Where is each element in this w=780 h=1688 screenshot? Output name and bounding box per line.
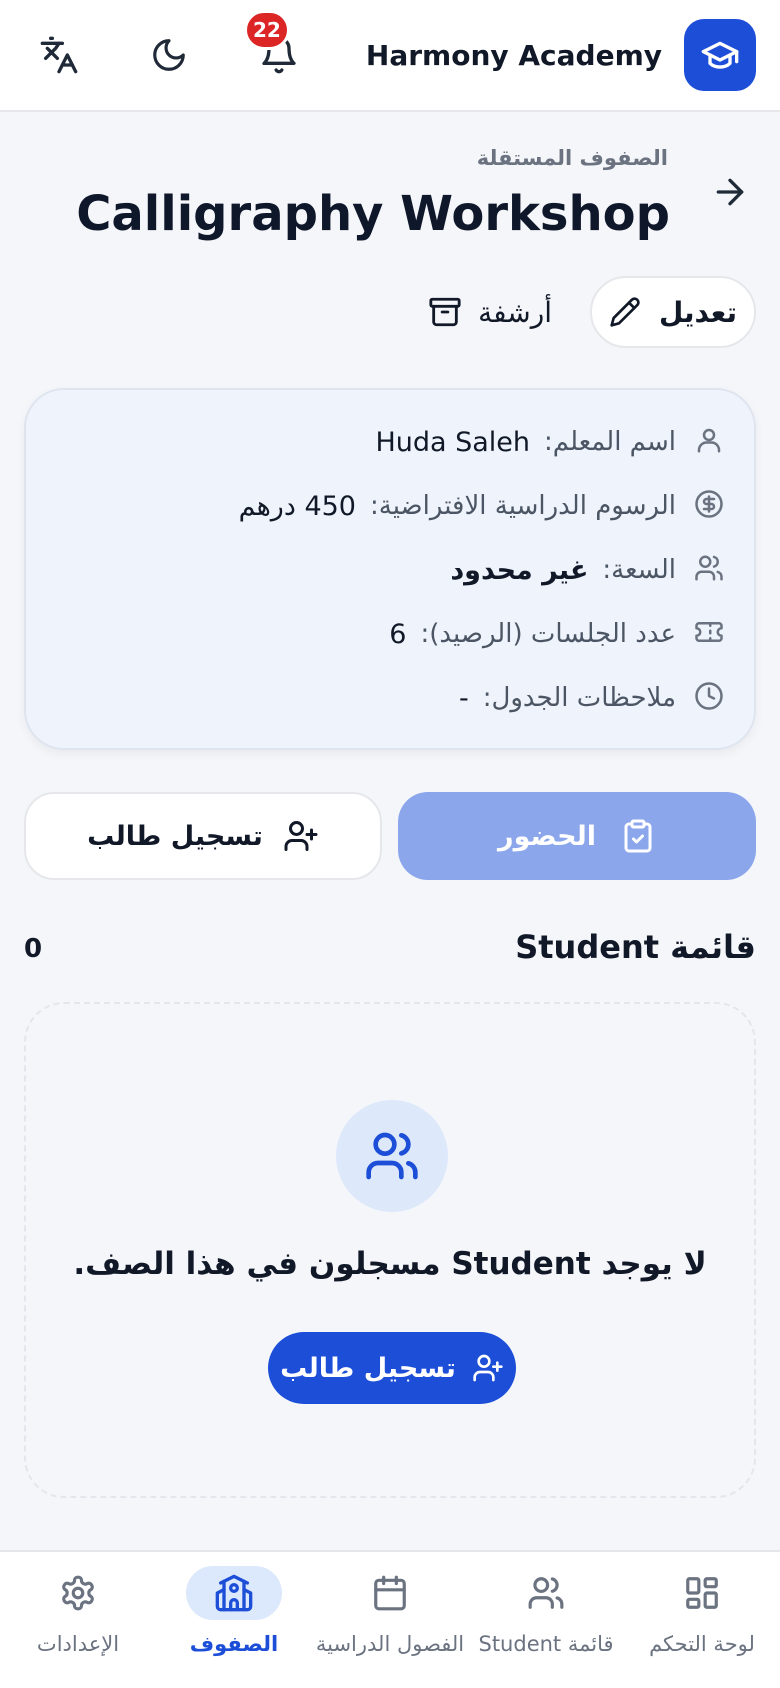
users-icon [336,1100,448,1212]
clipboard-check-icon [620,818,656,854]
users-icon [690,553,724,587]
enroll-label: تسجيل طالب [280,1352,456,1384]
capacity-row: السعة: غير محدود [56,538,724,602]
pencil-icon [609,296,641,328]
moon-icon [150,36,188,74]
app-header: Harmony Academy 22 [0,0,780,112]
clock-icon [690,681,724,715]
notifications-button[interactable]: 22 [244,10,302,78]
class-info-card: اسم المعلم: Huda Saleh الرسوم الدراسية ا… [24,388,756,750]
nav-label: الصفوف [189,1632,279,1656]
nav-label: الإعدادات [36,1632,120,1656]
capacity-label: السعة: [602,555,676,585]
schedule-label: ملاحظات الجدول: [482,683,676,713]
enroll-student-primary-button[interactable]: تسجيل طالب [268,1332,516,1404]
bottom-nav: لوحة التحكم قائمة Student الفصول الدراسي… [0,1550,780,1688]
arrow-right-icon [706,172,750,212]
teacher-value: Huda Saleh [375,426,531,458]
notification-badge: 22 [244,10,290,50]
teacher-row: اسم المعلم: Huda Saleh [56,410,724,474]
teacher-label: اسم المعلم: [544,427,676,457]
empty-student-list: لا يوجد Student مسجلون في هذا الصف. تسجي… [24,1002,756,1498]
nav-item-students[interactable]: قائمة Student [468,1552,624,1688]
capacity-value: غير محدود [450,554,589,586]
student-count: 0 [24,934,43,964]
nav-item-dashboard[interactable]: لوحة التحكم [624,1552,780,1688]
language-button[interactable] [36,32,82,78]
nav-icon-wrap [342,1566,438,1620]
nav-item-settings[interactable]: الإعدادات [0,1552,156,1688]
user-icon [690,425,724,459]
nav-icon-wrap [498,1566,594,1620]
back-button[interactable] [706,172,750,216]
nav-label: لوحة التحكم [649,1632,755,1656]
users-icon [527,1574,565,1612]
enroll-student-button[interactable]: تسجيل طالب [24,792,382,880]
app-name: Harmony Academy [365,38,662,72]
sessions-row: عدد الجلسات (الرصيد): 6 [56,602,724,666]
user-plus-icon [472,1352,504,1384]
sessions-label: عدد الجلسات (الرصيد): [420,619,676,649]
translate-icon [39,35,79,75]
archive-label: أرشفة [478,295,552,329]
nav-icon-wrap [186,1566,282,1620]
schedule-value: - [458,682,469,714]
theme-toggle-button[interactable] [146,32,192,78]
attendance-button[interactable]: الحضور [398,792,756,880]
dollar-circle-icon [690,489,724,523]
header-actions: 22 [36,10,302,78]
fee-value: 450 درهم [238,490,356,522]
nav-item-semesters[interactable]: الفصول الدراسية [312,1552,468,1688]
breadcrumb[interactable]: الصفوف المستقلة [477,146,668,170]
empty-message: لا يوجد Student مسجلون في هذا الصف. [73,1246,707,1282]
dashboard-icon [683,1574,721,1612]
archive-icon [428,295,462,329]
nav-item-classes[interactable]: الصفوف [156,1552,312,1688]
brand[interactable]: Harmony Academy [366,19,756,91]
nav-icon-wrap [30,1566,126,1620]
school-icon [214,1573,254,1613]
nav-icon-wrap [654,1566,750,1620]
nav-label: قائمة Student [478,1632,614,1656]
calendar-icon [371,1574,409,1612]
student-list-title: قائمة Student [515,928,756,966]
fee-label: الرسوم الدراسية الافتراضية: [370,491,676,521]
graduation-cap-icon [684,19,756,91]
enroll-label: تسجيل طالب [87,820,263,852]
edit-button[interactable]: تعديل [590,276,756,348]
schedule-row: ملاحظات الجدول: - [56,666,724,730]
fee-row: الرسوم الدراسية الافتراضية: 450 درهم [56,474,724,538]
attendance-label: الحضور [498,820,596,852]
page-title: Calligraphy Workshop [76,186,670,242]
nav-label: الفصول الدراسية [315,1632,465,1656]
gear-icon [59,1574,97,1612]
sessions-value: 6 [389,618,407,650]
ticket-icon [690,617,724,651]
user-plus-icon [283,818,319,854]
archive-button[interactable]: أرشفة [428,276,552,348]
edit-label: تعديل [659,295,737,329]
